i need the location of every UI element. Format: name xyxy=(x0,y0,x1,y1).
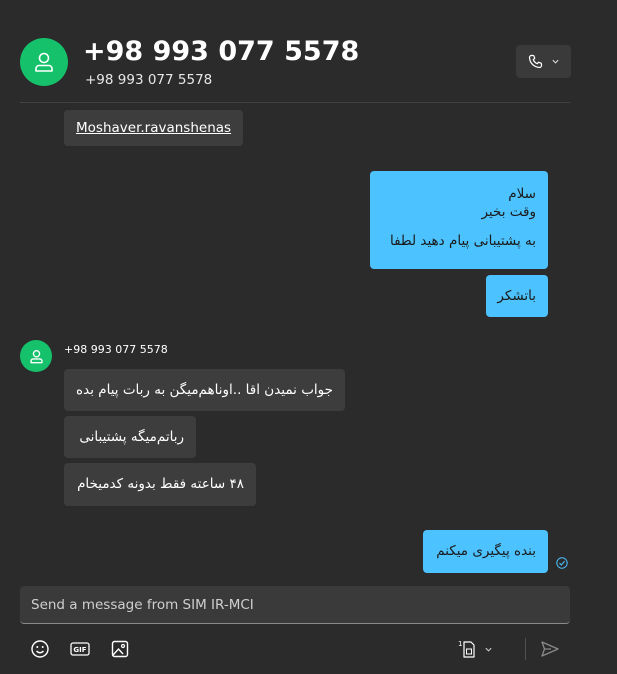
sender-name: +98 993 077 5578 xyxy=(64,343,168,356)
message-bubble-outgoing: بنده پیگیری میکنم xyxy=(423,530,548,573)
message-text: بنده پیگیری میکنم xyxy=(436,543,536,559)
message-text: باتشکر xyxy=(497,288,536,304)
emoji-icon xyxy=(31,640,49,658)
send-button[interactable] xyxy=(538,638,562,660)
message-line: به پشتیبانی پیام دهید لطفا xyxy=(389,233,536,249)
message-bubble-incoming: Moshaver.ravanshenas xyxy=(64,110,244,146)
gif-icon: GIF xyxy=(70,642,90,656)
toolbar-divider xyxy=(525,638,526,660)
message-bubble-outgoing: باتشکر xyxy=(486,275,548,317)
message-bubble-outgoing: سلام وقت بخیر به پشتیبانی پیام دهید لطفا xyxy=(370,171,548,269)
image-icon xyxy=(111,640,129,658)
message-link[interactable]: Moshaver.ravanshenas xyxy=(76,120,231,136)
call-button[interactable] xyxy=(516,45,571,78)
message-bubble-incoming: ۴۸ ساعته فقط بدونه کدمیخام xyxy=(64,463,256,506)
message-line: سلام xyxy=(508,186,536,202)
header-divider xyxy=(20,102,570,103)
sender-avatar[interactable] xyxy=(20,340,52,372)
emoji-button[interactable] xyxy=(29,638,51,660)
person-icon xyxy=(29,349,43,363)
gif-button[interactable]: GIF xyxy=(69,638,91,660)
message-compose-box[interactable] xyxy=(20,586,570,624)
contact-title: +98 993 077 5578 xyxy=(83,36,360,67)
sim-card-icon: 1 xyxy=(458,640,475,658)
sim-selector[interactable]: 1 xyxy=(454,638,496,660)
sim-number: 1 xyxy=(458,640,462,648)
message-bubble-incoming: رباتم‌میگه پشتیبانی xyxy=(64,416,196,458)
phone-icon xyxy=(528,54,542,69)
send-icon xyxy=(541,641,559,657)
message-bubble-incoming: جواب نمیدن اقا ..اوناهم‌میگن به ربات پیا… xyxy=(64,369,345,411)
sent-check-icon xyxy=(556,557,568,569)
person-icon xyxy=(35,52,53,72)
messages-window: +98 993 077 5578 +98 993 077 5578 Moshav… xyxy=(0,0,617,674)
message-text: ۴۸ ساعته فقط بدونه کدمیخام xyxy=(77,476,244,492)
svg-text:GIF: GIF xyxy=(73,646,86,654)
contact-avatar[interactable] xyxy=(20,38,68,86)
message-text: جواب نمیدن اقا ..اوناهم‌میگن به ربات پیا… xyxy=(76,382,333,398)
contact-number: +98 993 077 5578 xyxy=(85,72,213,88)
chevron-down-icon xyxy=(551,59,559,64)
message-line: وقت بخیر xyxy=(481,204,536,220)
image-button[interactable] xyxy=(109,638,131,660)
message-input[interactable] xyxy=(31,597,559,613)
chevron-down-icon xyxy=(484,647,492,652)
message-text: رباتم‌میگه پشتیبانی xyxy=(79,429,184,445)
